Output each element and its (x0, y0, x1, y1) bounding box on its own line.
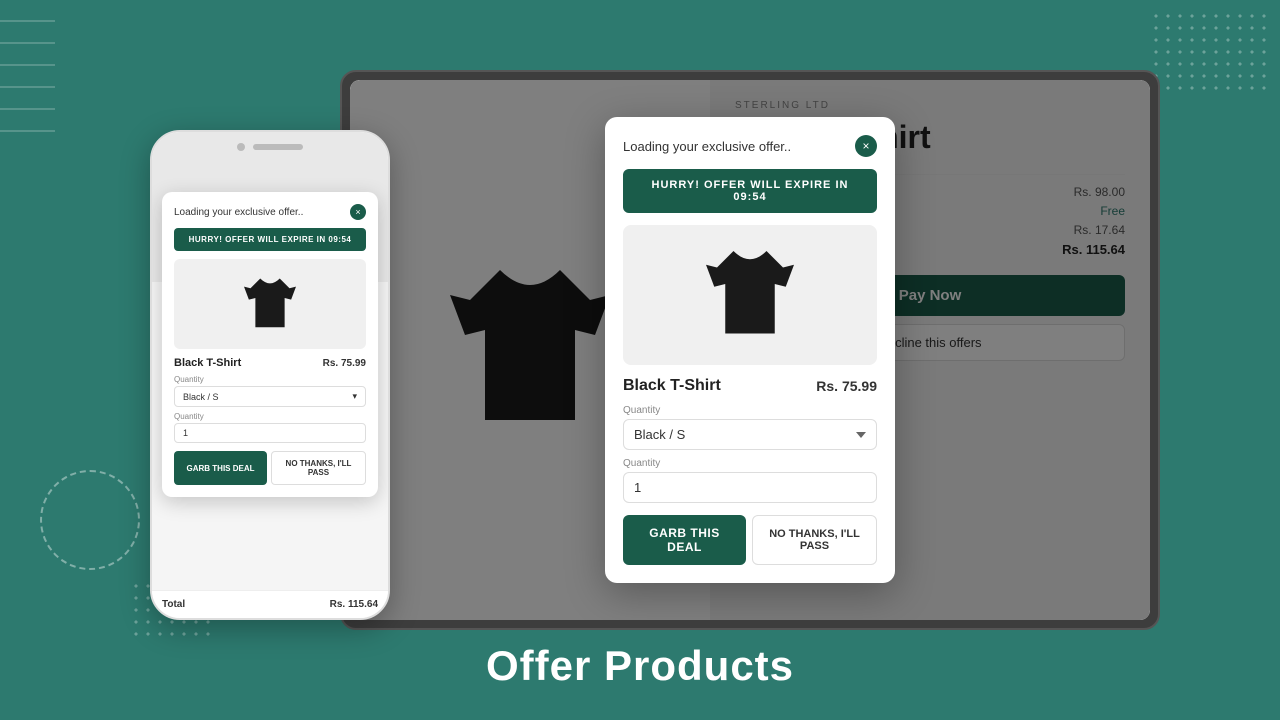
mobile-frame: Loading your exclusive offer.. × HURRY! … (150, 130, 390, 620)
modal-product-image (623, 225, 877, 365)
mobile-variant-label: Quantity (174, 375, 366, 384)
bg-lines-left (0, 20, 55, 220)
garb-deal-button[interactable]: GARB THIS DEAL (623, 515, 746, 565)
modal-loading-text: Loading your exclusive offer.. (623, 139, 791, 154)
page-title: Offer Products (486, 642, 794, 690)
modal-header: Loading your exclusive offer.. × (623, 135, 877, 157)
mobile-variant-select[interactable]: Black / S ▾ (174, 386, 366, 407)
mobile-qty-value: 1 (183, 428, 188, 438)
mobile-notch (152, 132, 388, 162)
mobile-timer-bar: HURRY! OFFER WILL EXPIRE IN 09:54 (174, 228, 366, 251)
modal-action-buttons: GARB THIS DEAL NO THANKS, I'LL PASS (623, 515, 877, 565)
modal-product-name: Black T-Shirt (623, 377, 721, 395)
mobile-product-price: Rs. 75.99 (323, 358, 366, 369)
qty-input[interactable] (623, 472, 877, 503)
mobile-loading-text: Loading your exclusive offer.. (174, 207, 303, 218)
desktop-content: STERLING LTD Black T-Shirt Subtotal Rs. … (350, 80, 1150, 620)
mobile-qty-label: Quantity (174, 412, 366, 421)
no-thanks-button[interactable]: NO THANKS, I'LL PASS (752, 515, 877, 565)
mobile-chevron-down-icon: ▾ (352, 391, 357, 402)
bg-dots-top-right (1150, 10, 1270, 90)
variant-select[interactable]: Black / S (623, 419, 877, 450)
desktop-inner: STERLING LTD Black T-Shirt Subtotal Rs. … (350, 80, 1150, 620)
mobile-speaker (253, 144, 303, 150)
modal-close-button[interactable]: × (855, 135, 877, 157)
modal-product-price: Rs. 75.99 (816, 378, 877, 394)
mobile-total-row: Total Rs. 115.64 (162, 599, 378, 610)
mobile-modal-tshirt-svg (240, 272, 300, 337)
variant-label: Quantity (623, 405, 877, 416)
mobile-qty-input[interactable]: 1 (174, 423, 366, 443)
mobile-product-name: Black T-Shirt (174, 357, 241, 369)
mobile-variant-value: Black / S (183, 392, 219, 402)
modal-tshirt-svg (700, 240, 800, 350)
mobile-product-row: Black T-Shirt Rs. 75.99 (174, 357, 366, 369)
mobile-garb-deal-button[interactable]: GARB THIS DEAL (174, 451, 267, 485)
timer-bar: HURRY! OFFER WILL EXPIRE IN 09:54 (623, 169, 877, 213)
desktop-frame: STERLING LTD Black T-Shirt Subtotal Rs. … (340, 70, 1160, 630)
mobile-total-label: Total (162, 599, 185, 610)
mobile-no-thanks-button[interactable]: NO THANKS, I'LL PASS (271, 451, 366, 485)
mobile-total-value: Rs. 115.64 (330, 599, 378, 610)
mobile-body: Loading your exclusive offer.. × HURRY! … (152, 162, 388, 618)
modal-product-row: Black T-Shirt Rs. 75.99 (623, 377, 877, 395)
mobile-modal: Loading your exclusive offer.. × HURRY! … (162, 192, 378, 497)
qty-label: Quantity (623, 458, 877, 469)
dashed-circle-decoration (40, 470, 140, 570)
mobile-close-button[interactable]: × (350, 204, 366, 220)
desktop-modal: Loading your exclusive offer.. × HURRY! … (605, 117, 895, 583)
mobile-bottom-total: Total Rs. 115.64 (152, 590, 388, 618)
mobile-product-image (174, 259, 366, 349)
mobile-modal-header: Loading your exclusive offer.. × (174, 204, 366, 220)
mobile-camera (237, 143, 245, 151)
mobile-action-buttons: GARB THIS DEAL NO THANKS, I'LL PASS (174, 451, 366, 485)
